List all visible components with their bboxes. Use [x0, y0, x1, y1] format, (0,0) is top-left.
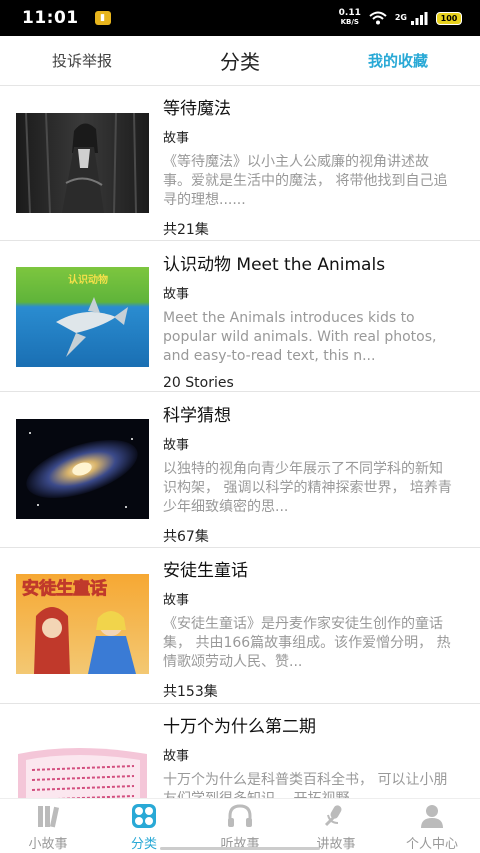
status-indicators: 0.11 KB/S 2G 100 [339, 9, 462, 27]
list-item[interactable]: 等待魔法 故事 《等待魔法》以小主人公威廉的视角讲述故事。爱就是生活中的魔法， … [0, 86, 480, 241]
item-title: 安徒生童话 [163, 561, 248, 581]
favorites-button[interactable]: 我的收藏 [368, 50, 428, 71]
list-item[interactable]: 十万个为什么第二期 故事 十万个为什么是科普类百科全书， 可以让小朋友们学到很多… [0, 704, 480, 798]
list-item[interactable]: 科学猜想 故事 以独特的视角向青少年展示了不同学科的新知识构架， 强调以科学的精… [0, 392, 480, 548]
item-count: 共67集 [163, 529, 209, 545]
status-bar: 11:01 ▮ 0.11 KB/S 2G 100 [0, 0, 480, 36]
thumbnail-caption: 认识动物 [68, 273, 108, 286]
category-list: 等待魔法 故事 《等待魔法》以小主人公威廉的视角讲述故事。爱就是生活中的魔法， … [0, 86, 480, 798]
list-item[interactable]: 安徒生童话 安徒生童话 故事 《安徒生童话》是丹麦作家安徒生创作的童话集， 共由… [0, 548, 480, 704]
item-thumbnail: 安徒生童话 [16, 574, 149, 674]
item-thumbnail [16, 113, 149, 213]
microphone-icon [324, 805, 342, 827]
status-time: 11:01 [22, 8, 79, 28]
notification-icon: ▮ [94, 11, 111, 25]
item-info: 等待魔法 故事 《等待魔法》以小主人公威廉的视角讲述故事。爱就是生活中的魔法， … [163, 94, 456, 239]
network-type: 2G [394, 13, 407, 22]
item-info: 十万个为什么第二期 故事 十万个为什么是科普类百科全书， 可以让小朋友们学到很多… [163, 712, 456, 798]
item-thumbnail [16, 734, 149, 798]
battery-icon: 100 [436, 11, 462, 25]
item-title: 等待魔法 [163, 99, 231, 119]
item-info: 科学猜想 故事 以独特的视角向青少年展示了不同学科的新知识构架， 强调以科学的精… [163, 401, 456, 546]
item-thumbnail: 认识动物 [16, 267, 149, 367]
item-title: 科学猜想 [163, 406, 231, 426]
item-description: 十万个为什么是科普类百科全书， 可以让小朋友们学到很多知识， 开拓视野... [163, 772, 448, 798]
item-title: 认识动物 Meet the Animals [163, 255, 386, 275]
item-info: 安徒生童话 故事 《安徒生童话》是丹麦作家安徒生创作的童话集， 共由166篇故事… [163, 556, 456, 701]
nav-item-profile[interactable]: 个人中心 [384, 799, 480, 853]
nav-item-category[interactable]: 分类 [96, 799, 192, 853]
item-count: 共153集 [163, 684, 218, 700]
item-count: 共21集 [163, 222, 209, 238]
item-title: 十万个为什么第二期 [163, 717, 316, 737]
item-category: 故事 [163, 438, 190, 453]
header-bar: 投诉举报 分类 我的收藏 [0, 36, 480, 86]
item-category: 故事 [163, 749, 190, 764]
list-item[interactable]: 认识动物 认识动物 Meet the Animals 故事 Meet the A… [0, 241, 480, 392]
item-count: 20 Stories [163, 375, 234, 391]
network-speed-value: 0.11 [338, 8, 361, 18]
nav-label: 讲故事 [316, 837, 356, 852]
network-speed: 0.11 KB/S [339, 9, 361, 27]
item-description: 《安徒生童话》是丹麦作家安徒生创作的童话集， 共由166篇故事组成。该作爱憎分明… [163, 616, 451, 670]
books-icon [38, 806, 60, 828]
nav-item-listen[interactable]: 听故事 [192, 799, 288, 853]
bottom-nav: 小故事 分类 听故事 讲故事 个人中心 [0, 798, 480, 853]
thumbnail-caption: 安徒生童话 [22, 578, 107, 599]
nav-item-stories[interactable]: 小故事 [0, 799, 96, 853]
item-info: 认识动物 Meet the Animals 故事 Meet the Animal… [163, 250, 456, 391]
category-icon [132, 804, 156, 828]
item-category: 故事 [163, 287, 190, 302]
network-speed-unit: KB/S [340, 18, 359, 26]
nav-label: 分类 [130, 837, 157, 852]
home-indicator [160, 847, 320, 850]
item-category: 故事 [163, 131, 190, 146]
person-icon [421, 805, 443, 828]
nav-label: 小故事 [28, 837, 68, 852]
item-description: Meet the Animals introduces kids to popu… [163, 310, 437, 364]
item-category: 故事 [163, 593, 190, 608]
signal-icon [411, 12, 428, 25]
headphones-icon [228, 804, 252, 827]
item-description: 以独特的视角向青少年展示了不同学科的新知识构架， 强调以科学的精神探索世界， 培… [163, 461, 452, 515]
item-thumbnail [16, 419, 149, 519]
battery-level: 100 [440, 13, 458, 23]
wifi-icon [369, 11, 387, 25]
nav-item-tell[interactable]: 讲故事 [288, 799, 384, 853]
nav-label: 个人中心 [405, 837, 458, 852]
item-description: 《等待魔法》以小主人公威廉的视角讲述故事。爱就是生活中的魔法， 将带他找到自己追… [163, 154, 448, 208]
